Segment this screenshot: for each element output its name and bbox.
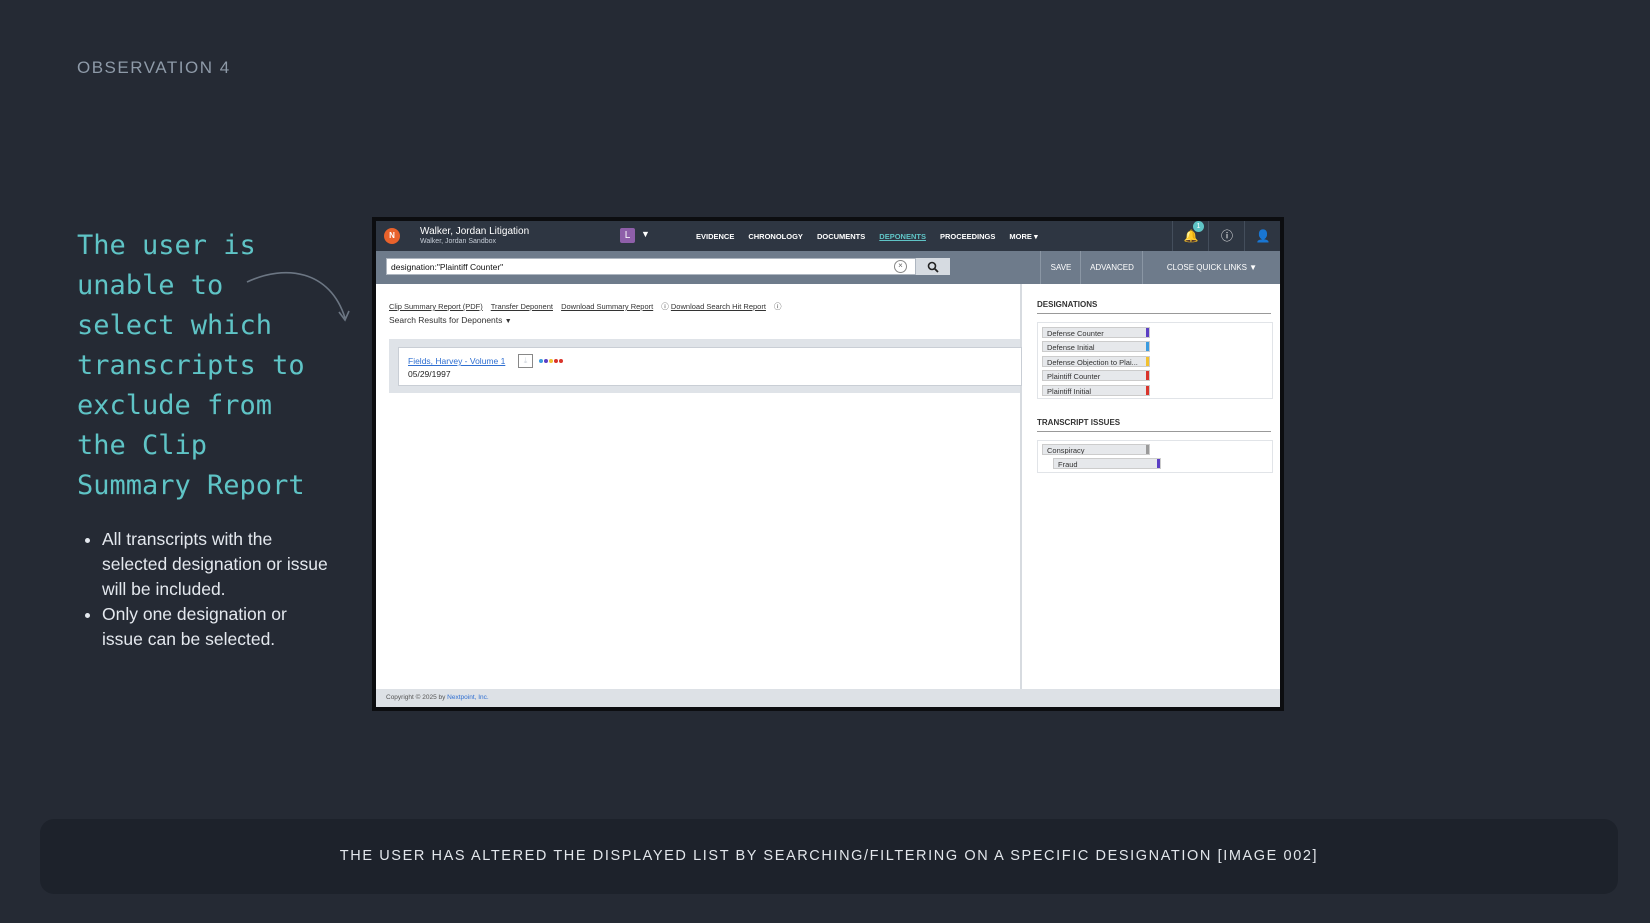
tag-label: Defense Counter bbox=[1047, 329, 1104, 338]
issue-conspiracy[interactable]: Conspiracy bbox=[1042, 444, 1150, 455]
app-screenshot: N Walker, Jordan Litigation Walker, Jord… bbox=[372, 217, 1284, 711]
search-icon bbox=[927, 261, 939, 273]
designation-list: Defense Counter Defense Initial Defense … bbox=[1037, 322, 1273, 399]
bullet-item: Only one designation or issue can be sel… bbox=[102, 602, 332, 652]
bullet-list: All transcripts with the selected design… bbox=[84, 527, 332, 652]
notification-count: 1 bbox=[1193, 221, 1204, 232]
search-bar: designation:"Plaintiff Counter" × SAVE A… bbox=[376, 251, 1280, 284]
caret-down-icon: ▼ bbox=[504, 318, 512, 325]
clear-search-icon[interactable]: × bbox=[894, 260, 907, 273]
designation-dot bbox=[559, 359, 563, 363]
color-swatch bbox=[1146, 357, 1149, 366]
user-initial-badge[interactable]: L bbox=[620, 228, 635, 243]
info-icon[interactable]: ⓘ bbox=[774, 302, 782, 311]
clip-summary-report-link[interactable]: Clip Summary Report (PDF) bbox=[389, 302, 483, 311]
top-navbar: N Walker, Jordan Litigation Walker, Jord… bbox=[376, 221, 1280, 251]
designation-dot bbox=[539, 359, 543, 363]
caption-bar: THE USER HAS ALTERED THE DISPLAYED LIST … bbox=[40, 819, 1618, 894]
main-nav: EVIDENCE CHRONOLOGY DOCUMENTS DEPONENTS … bbox=[696, 232, 1038, 241]
save-button[interactable]: SAVE bbox=[1040, 251, 1081, 284]
designation-dots bbox=[539, 359, 563, 363]
designation-plaintiff-counter[interactable]: Plaintiff Counter bbox=[1042, 370, 1150, 381]
designations-heading: DESIGNATIONS bbox=[1037, 300, 1098, 309]
close-quick-links-button[interactable]: CLOSE QUICK LINKS ▼ bbox=[1142, 251, 1280, 284]
user-icon: 👤 bbox=[1255, 229, 1271, 243]
list-item: Fields, Harvey - Volume 1 ⤓ 05/29/1997 bbox=[398, 347, 1022, 386]
designation-defense-initial[interactable]: Defense Initial bbox=[1042, 341, 1150, 352]
copyright-text: Copyright © 2025 by bbox=[386, 694, 448, 701]
tag-label: Defense Objection to Plai... bbox=[1047, 358, 1138, 367]
observation-label: OBSERVATION 4 bbox=[77, 58, 231, 77]
result-date: 05/29/1997 bbox=[408, 369, 451, 379]
designation-dot bbox=[554, 359, 558, 363]
designation-defense-objection[interactable]: Defense Objection to Plai... bbox=[1042, 356, 1150, 367]
case-title[interactable]: Walker, Jordan Litigation bbox=[420, 226, 529, 237]
color-swatch bbox=[1146, 445, 1149, 454]
result-list: Fields, Harvey - Volume 1 ⤓ 05/29/1997 bbox=[389, 339, 1022, 393]
color-swatch bbox=[1146, 386, 1149, 395]
help-icon: ⓘ bbox=[1220, 229, 1233, 243]
tag-label: Conspiracy bbox=[1047, 446, 1085, 455]
color-swatch bbox=[1157, 459, 1160, 468]
case-subtitle: Walker, Jordan Sandbox bbox=[420, 238, 497, 245]
search-button[interactable] bbox=[916, 258, 950, 275]
nav-deponents[interactable]: DEPONENTS bbox=[879, 232, 926, 241]
color-swatch bbox=[1146, 342, 1149, 351]
app-footer: Copyright © 2025 by Nextpoint, Inc. bbox=[376, 689, 1280, 707]
color-swatch bbox=[1146, 328, 1149, 337]
nav-more[interactable]: MORE ▾ bbox=[1009, 232, 1037, 241]
caret-down-icon: ▼ bbox=[1249, 263, 1258, 272]
download-search-hit-report-link[interactable]: Download Search Hit Report bbox=[671, 302, 766, 311]
transfer-deponent-link[interactable]: Transfer Deponent bbox=[491, 302, 553, 311]
nav-chronology[interactable]: CHRONOLOGY bbox=[748, 232, 803, 241]
caption: THE USER HAS ALTERED THE DISPLAYED LIST … bbox=[339, 848, 1319, 864]
color-swatch bbox=[1146, 371, 1149, 380]
close-quick-links-label: CLOSE QUICK LINKS bbox=[1166, 263, 1247, 272]
profile-button[interactable]: 👤 bbox=[1244, 221, 1280, 251]
results-header[interactable]: Search Results for Deponents ▼ bbox=[389, 315, 512, 325]
tag-label: Fraud bbox=[1058, 460, 1078, 469]
download-summary-report-link[interactable]: Download Summary Report bbox=[561, 302, 653, 311]
divider bbox=[1037, 313, 1271, 314]
nav-proceedings[interactable]: PROCEEDINGS bbox=[940, 232, 995, 241]
advanced-button[interactable]: ADVANCED bbox=[1080, 251, 1143, 284]
notifications-button[interactable]: 🔔 1 bbox=[1172, 221, 1209, 251]
results-panel: Clip Summary Report (PDF) Transfer Depon… bbox=[376, 284, 1022, 689]
company-link[interactable]: Nextpoint, Inc. bbox=[447, 694, 489, 701]
results-header-label: Search Results for Deponents bbox=[389, 315, 503, 325]
transcript-issues-heading: TRANSCRIPT ISSUES bbox=[1037, 418, 1121, 427]
designation-dot bbox=[549, 359, 553, 363]
tag-label: Plaintiff Counter bbox=[1047, 372, 1101, 381]
report-links: Clip Summary Report (PDF) Transfer Depon… bbox=[389, 301, 782, 312]
nextpoint-logo-icon[interactable]: N bbox=[384, 228, 400, 244]
download-icon[interactable]: ⤓ bbox=[518, 354, 533, 368]
tag-label: Defense Initial bbox=[1047, 343, 1095, 352]
info-icon[interactable]: ⓘ bbox=[661, 302, 671, 311]
curved-arrow-icon bbox=[246, 271, 350, 322]
tag-label: Plaintiff Initial bbox=[1047, 387, 1092, 396]
nav-documents[interactable]: DOCUMENTS bbox=[817, 232, 865, 241]
search-input[interactable]: designation:"Plaintiff Counter" bbox=[386, 258, 916, 275]
divider bbox=[1037, 431, 1271, 432]
quick-links-sidebar: DESIGNATIONS Defense Counter Defense Ini… bbox=[1022, 284, 1280, 689]
app-window: N Walker, Jordan Litigation Walker, Jord… bbox=[376, 221, 1280, 707]
nav-evidence[interactable]: EVIDENCE bbox=[696, 232, 734, 241]
designation-defense-counter[interactable]: Defense Counter bbox=[1042, 327, 1150, 338]
help-button[interactable]: ⓘ bbox=[1208, 221, 1245, 251]
issue-fraud[interactable]: Fraud bbox=[1053, 458, 1161, 469]
issue-list: Conspiracy Fraud bbox=[1037, 440, 1273, 473]
designation-dot bbox=[544, 359, 548, 363]
designation-plaintiff-initial[interactable]: Plaintiff Initial bbox=[1042, 385, 1150, 396]
deponent-link[interactable]: Fields, Harvey - Volume 1 bbox=[408, 356, 505, 366]
caret-down-icon[interactable]: ▼ bbox=[641, 229, 650, 239]
bullet-item: All transcripts with the selected design… bbox=[102, 527, 332, 602]
